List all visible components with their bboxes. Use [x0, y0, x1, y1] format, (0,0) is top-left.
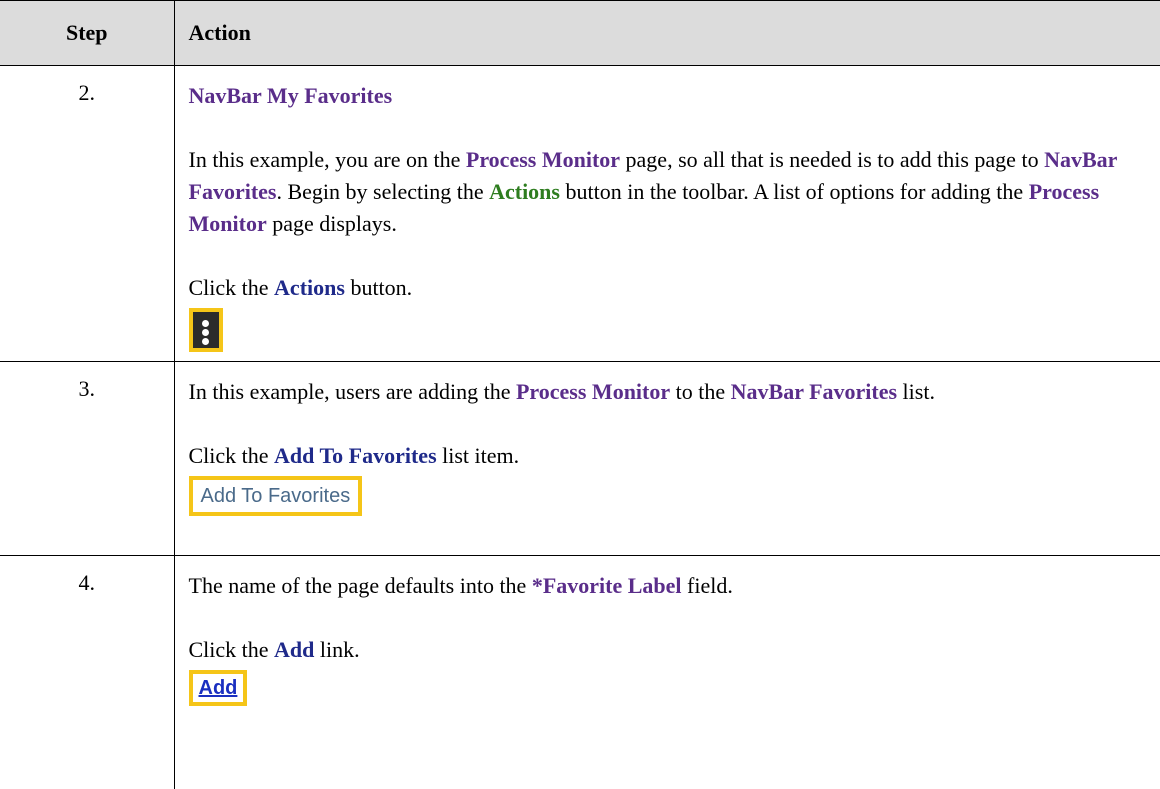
term-actions: Actions — [274, 275, 345, 300]
action-cell: The name of the page defaults into the *… — [173, 555, 1160, 789]
term-favorite-label: *Favorite Label — [531, 573, 682, 598]
term-process-monitor: Process Monitor — [465, 147, 621, 172]
step-number: 2. — [0, 65, 175, 362]
description-paragraph: In this example, users are adding the Pr… — [188, 379, 935, 404]
term-add-to-favorites: Add To Favorites — [274, 443, 437, 468]
action-cell: NavBar My Favorites In this example, you… — [173, 65, 1160, 362]
header-row: Step Action — [0, 0, 1160, 66]
step-header: Step — [0, 0, 175, 66]
description-paragraph: In this example, you are on the Process … — [188, 147, 1118, 236]
step-number: 4. — [0, 555, 175, 789]
add-link[interactable]: Add — [188, 670, 248, 706]
term-process-monitor: Process Monitor — [515, 379, 671, 404]
steps-table: Step Action 2. NavBar My Favorites In th… — [0, 0, 1160, 789]
table-row: 2. NavBar My Favorites In this example, … — [0, 65, 1160, 362]
term-navbar-favorites: NavBar Favorites — [730, 379, 898, 404]
action-cell: In this example, users are adding the Pr… — [173, 361, 1160, 556]
description-paragraph: The name of the page defaults into the *… — [188, 573, 733, 598]
action-header: Action — [173, 0, 1160, 66]
step-number: 3. — [0, 361, 175, 556]
term-actions: Actions — [489, 179, 560, 204]
term-add: Add — [274, 637, 315, 662]
table-row: 3. In this example, users are adding the… — [0, 361, 1160, 556]
instruction: Click the Add link. — [188, 637, 360, 662]
add-to-favorites-item[interactable]: Add To Favorites — [188, 476, 363, 516]
instruction: Click the Add To Favorites list item. — [188, 443, 520, 468]
instruction: Click the Actions button. — [188, 275, 413, 300]
table-row: 4. The name of the page defaults into th… — [0, 555, 1160, 789]
kebab-menu-icon[interactable] — [188, 308, 223, 352]
section-title: NavBar My Favorites — [188, 83, 393, 108]
